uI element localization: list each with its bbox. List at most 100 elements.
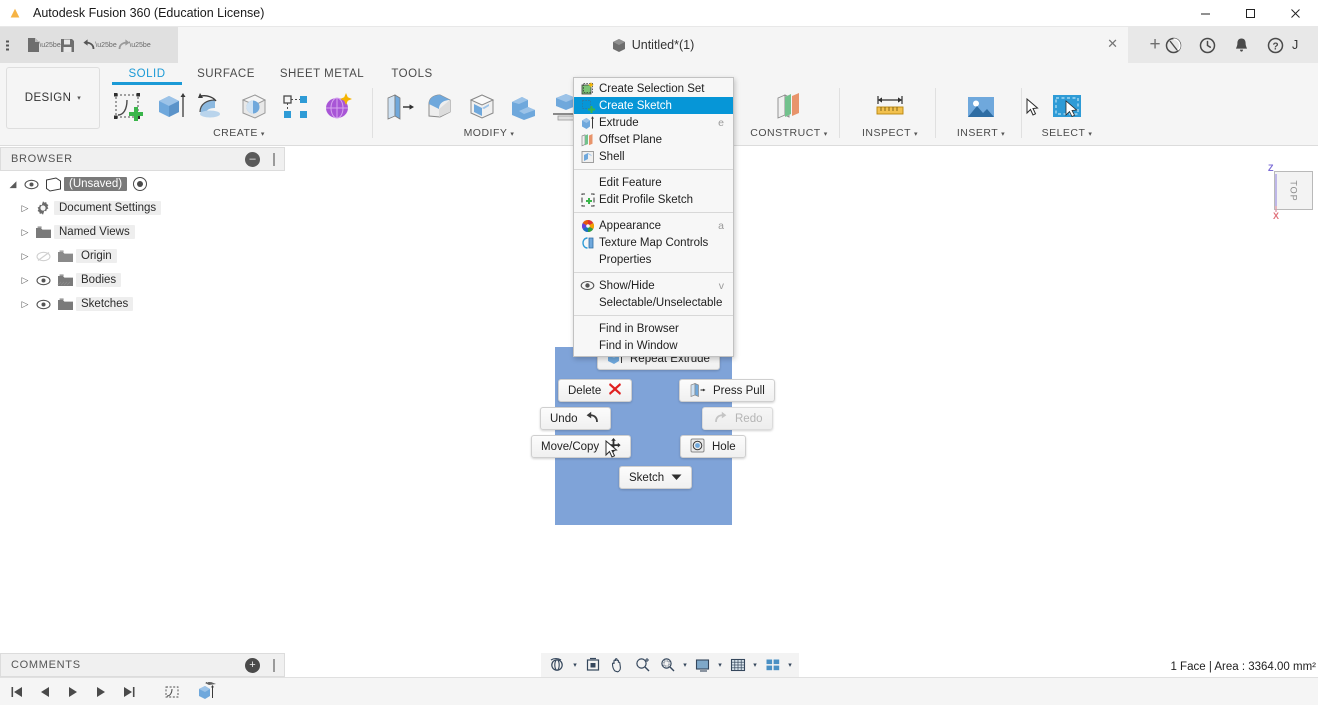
shell-icon[interactable]	[462, 86, 502, 128]
panel-label-select: SELECT ▾	[1041, 127, 1093, 139]
expand-arrow-icon[interactable]: ▷	[18, 196, 32, 220]
tree-item-named-views[interactable]: ▷ Named Views	[0, 220, 285, 244]
new-file-caret-icon[interactable]: \u25be	[39, 33, 60, 57]
context-menu-item-texture-map-controls[interactable]: Texture Map Controls	[574, 234, 733, 251]
tab-solid[interactable]: SOLID	[112, 68, 182, 85]
tab-surface[interactable]: SURFACE	[182, 68, 270, 83]
tree-item-sketches[interactable]: ▷ Sketches	[0, 292, 285, 316]
help-icon[interactable]: ?	[1258, 27, 1292, 63]
context-menu-item-edit-profile-sketch[interactable]: Edit Profile Sketch	[574, 191, 733, 208]
panel-create: CREATE ▾	[108, 86, 370, 144]
redo-caret-icon[interactable]: \u25be	[129, 33, 150, 57]
document-tab-close-icon[interactable]: ✕	[1107, 37, 1118, 50]
create-sketch-icon[interactable]	[108, 86, 148, 128]
context-menu-item-extrude[interactable]: Extrude e	[574, 114, 733, 131]
context-menu-item-properties[interactable]: Properties	[574, 251, 733, 268]
comments-resize-grip[interactable]	[273, 659, 275, 672]
create-form-icon[interactable]	[318, 86, 358, 128]
viewports-icon[interactable]	[760, 654, 785, 676]
pan-icon[interactable]	[605, 654, 630, 676]
document-tab[interactable]: Untitled*(1) ✕	[178, 27, 1128, 63]
insert-image-icon[interactable]	[961, 86, 1001, 128]
marking-menu-sketch[interactable]: Sketch	[619, 466, 693, 489]
context-menu-item-show-hide[interactable]: Show/Hide v	[574, 277, 733, 294]
eye-off-icon[interactable]	[32, 244, 54, 268]
marking-menu-move-copy[interactable]: Move/Copy	[531, 435, 632, 458]
timeline-feature-sketch[interactable]	[156, 680, 190, 704]
context-menu-item-find-in-window[interactable]: Find in Window	[574, 337, 733, 354]
context-menu-item-appearance[interactable]: Appearance a	[574, 217, 733, 234]
jump-end-icon[interactable]	[116, 681, 142, 703]
select-window-icon[interactable]	[1047, 86, 1087, 128]
expand-arrow-icon[interactable]: ▷	[18, 244, 32, 268]
context-menu-separator	[574, 272, 733, 273]
app-menu-icon[interactable]	[0, 33, 22, 57]
expand-arrow-icon[interactable]: ▷	[18, 292, 32, 316]
job-status-icon[interactable]	[1156, 27, 1190, 63]
marking-menu-undo[interactable]: Undo	[540, 407, 611, 430]
marking-menu-hole[interactable]: Hole	[680, 435, 746, 458]
context-menu-item-create-sketch[interactable]: Create Sketch	[574, 97, 733, 114]
expand-arrow-icon[interactable]: ▷	[18, 220, 32, 244]
add-comment-button[interactable]: +	[245, 658, 260, 673]
display-settings-icon[interactable]	[690, 654, 715, 676]
tree-item-origin[interactable]: ▷ Origin	[0, 244, 285, 268]
activate-radio-button[interactable]	[133, 177, 148, 191]
user-account-initial[interactable]: J	[1292, 27, 1318, 63]
context-menu-item-shell[interactable]: Shell	[574, 148, 733, 165]
minimize-button[interactable]	[1183, 0, 1228, 27]
context-menu-item-selectable-unselectable[interactable]: Selectable/Unselectable	[574, 294, 733, 311]
marking-menu-press-pull[interactable]: Press Pull	[679, 379, 775, 402]
3d-canvas[interactable]	[285, 147, 1318, 652]
tree-item-document-settings[interactable]: ▷ Document Settings	[0, 196, 285, 220]
zoom-icon[interactable]	[630, 654, 655, 676]
context-menu-item-create-selection-set[interactable]: Create Selection Set	[574, 80, 733, 97]
measure-icon[interactable]	[870, 86, 910, 128]
combine-icon[interactable]	[504, 86, 544, 128]
press-pull-icon[interactable]	[378, 86, 418, 128]
revolve-icon[interactable]	[192, 86, 232, 128]
orbit-caret-icon[interactable]: ▾	[570, 654, 580, 676]
undo-caret-icon[interactable]: \u25be	[95, 33, 116, 57]
play-icon[interactable]	[60, 681, 86, 703]
tree-item-unsaved[interactable]: ◢ (Unsaved)	[0, 172, 285, 196]
marking-menu-delete[interactable]: Delete	[558, 379, 633, 402]
display-settings-caret-icon[interactable]: ▾	[715, 654, 725, 676]
save-icon[interactable]	[56, 33, 78, 57]
workspace-switcher-button[interactable]: DESIGN ▾	[6, 67, 100, 129]
jump-start-icon[interactable]	[4, 681, 30, 703]
viewports-caret-icon[interactable]: ▾	[785, 654, 795, 676]
context-menu[interactable]: Create Selection Set Create Sketch Extru…	[573, 77, 734, 357]
orbit-icon[interactable]	[545, 654, 570, 676]
notifications-icon[interactable]	[1224, 27, 1258, 63]
extrude-icon[interactable]	[150, 86, 190, 128]
eye-icon[interactable]	[32, 292, 54, 316]
fit-icon[interactable]	[580, 654, 605, 676]
context-menu-item-offset-plane[interactable]: Offset Plane	[574, 131, 733, 148]
grid-snaps-icon[interactable]	[725, 654, 750, 676]
tree-item-bodies[interactable]: ▷ Bodies	[0, 268, 285, 292]
step-forward-icon[interactable]	[88, 681, 114, 703]
timeline-feature-extrude[interactable]	[192, 680, 226, 704]
offset-plane-icon[interactable]	[769, 86, 809, 128]
context-menu-item-edit-feature[interactable]: Edit Feature	[574, 174, 733, 191]
pattern-icon[interactable]	[276, 86, 316, 128]
browser-collapse-button[interactable]: –	[245, 152, 260, 167]
zoom-window-caret-icon[interactable]: ▾	[680, 654, 690, 676]
eye-icon[interactable]	[20, 172, 42, 196]
recent-activity-icon[interactable]	[1190, 27, 1224, 63]
tab-sheet-metal[interactable]: SHEET METAL	[270, 68, 374, 83]
expand-arrow-icon[interactable]: ▷	[18, 268, 32, 292]
maximize-button[interactable]	[1228, 0, 1273, 27]
context-menu-item-find-in-browser[interactable]: Find in Browser	[574, 320, 733, 337]
tab-tools[interactable]: TOOLS	[374, 68, 450, 83]
zoom-window-icon[interactable]	[655, 654, 680, 676]
browser-resize-grip[interactable]	[273, 153, 275, 166]
close-button[interactable]	[1273, 0, 1318, 27]
expand-arrow-icon[interactable]: ◢	[6, 172, 20, 196]
fillet-icon[interactable]	[420, 86, 460, 128]
step-back-icon[interactable]	[32, 681, 58, 703]
grid-snaps-caret-icon[interactable]: ▾	[750, 654, 760, 676]
sweep-icon[interactable]	[234, 86, 274, 128]
eye-icon[interactable]	[32, 268, 54, 292]
